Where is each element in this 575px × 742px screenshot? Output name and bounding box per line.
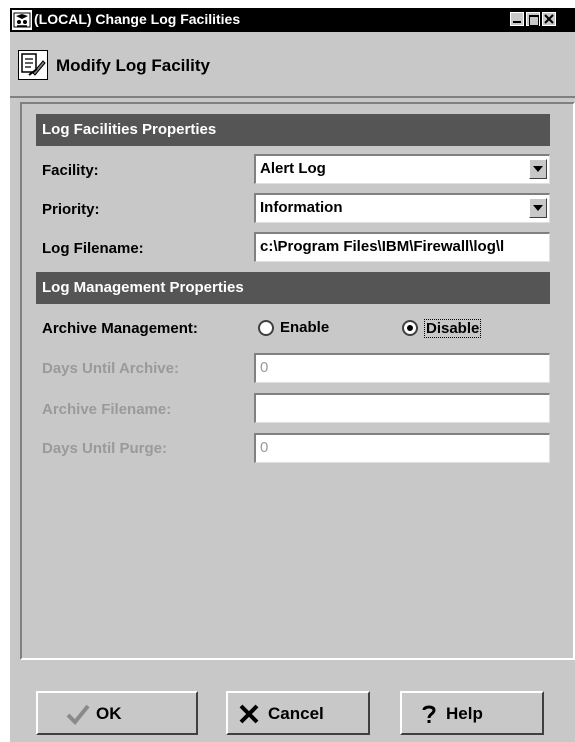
title-bar[interactable]: (LOCAL) Change Log Facilities — [10, 8, 575, 32]
close-button[interactable] — [542, 12, 556, 26]
app-icon[interactable] — [12, 10, 32, 30]
priority-label: Priority: — [42, 201, 100, 218]
disable-radio[interactable] — [402, 320, 418, 336]
maximize-button[interactable] — [526, 12, 540, 26]
cancel-button-label: Cancel — [268, 704, 324, 723]
enable-radio-label[interactable]: Enable — [280, 319, 329, 336]
ok-button[interactable]: OK — [36, 691, 198, 735]
close-icon — [544, 14, 554, 24]
dialog-header: Modify Log Facility — [10, 32, 575, 98]
check-icon — [66, 703, 90, 731]
disable-radio-label[interactable]: Disable — [424, 319, 482, 338]
x-icon — [238, 703, 260, 731]
dialog-window: (LOCAL) Change Log Facilities Modify Log… — [10, 8, 575, 742]
log-facility-icon — [18, 50, 48, 80]
days-until-archive-input[interactable]: 0 — [254, 353, 550, 383]
ok-button-label: OK — [96, 704, 122, 723]
question-icon — [420, 703, 438, 731]
enable-radio[interactable] — [258, 320, 274, 336]
priority-dropdown[interactable]: Information — [254, 193, 550, 223]
chevron-down-icon[interactable] — [529, 159, 547, 179]
maximize-icon — [529, 15, 539, 26]
archive-management-label: Archive Management: — [42, 320, 198, 337]
days-until-archive-label: Days Until Archive: — [42, 360, 179, 377]
days-until-archive-value: 0 — [260, 359, 269, 376]
facility-dropdown[interactable]: Alert Log — [254, 154, 550, 184]
log-filename-input[interactable]: c:\Program Files\IBM\Firewall\log\l — [254, 232, 550, 262]
days-until-purge-input[interactable]: 0 — [254, 433, 550, 463]
log-filename-label: Log Filename: — [42, 240, 144, 257]
priority-value: Information — [260, 199, 343, 216]
archive-filename-input[interactable] — [254, 393, 550, 423]
facility-label: Facility: — [42, 162, 99, 179]
log-filename-value: c:\Program Files\IBM\Firewall\log\l — [260, 238, 505, 255]
properties-panel: Log Facilities Properties Facility: Aler… — [20, 102, 575, 660]
window-title: (LOCAL) Change Log Facilities — [34, 11, 241, 27]
days-until-purge-label: Days Until Purge: — [42, 440, 168, 457]
chevron-down-icon[interactable] — [529, 198, 547, 218]
minimize-icon — [513, 21, 521, 23]
facility-value: Alert Log — [260, 160, 326, 177]
cancel-button[interactable]: Cancel — [226, 691, 370, 735]
section-log-management: Log Management Properties — [36, 272, 550, 304]
help-button[interactable]: Help — [400, 691, 544, 735]
archive-filename-label: Archive Filename: — [42, 401, 172, 418]
minimize-button[interactable] — [510, 12, 524, 26]
help-button-label: Help — [446, 704, 483, 723]
days-until-purge-value: 0 — [260, 439, 269, 456]
section-log-facilities: Log Facilities Properties — [36, 114, 550, 146]
radio-selected-dot — [407, 325, 413, 331]
dialog-title: Modify Log Facility — [56, 56, 210, 75]
